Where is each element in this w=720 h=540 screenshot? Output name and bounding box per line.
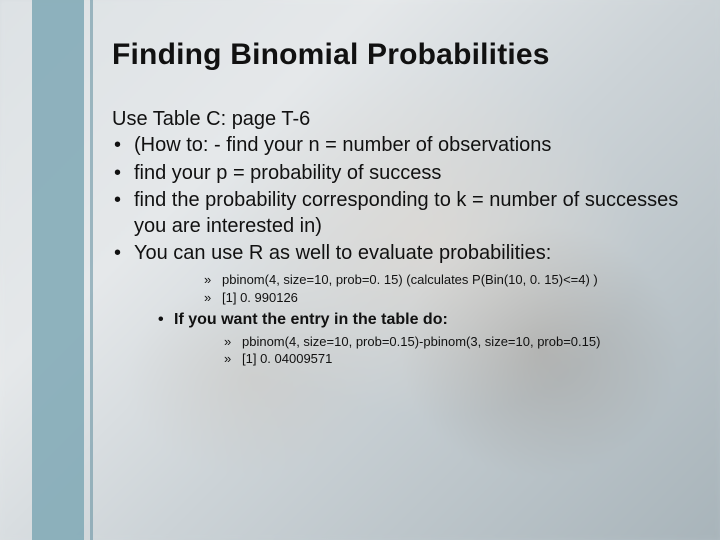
bullet-item: find your p = probability of success [112,161,690,187]
sub-item: pbinom(4, size=10, prob=0. 15) (calculat… [112,271,690,289]
bullet-item: find the probability corresponding to k … [112,188,690,239]
side-accent-bar [32,0,84,540]
side-accent-line [90,0,93,540]
sub-item: pbinom(4, size=10, prob=0.15)-pbinom(3, … [112,333,690,351]
main-bullet-list: (How to: - find your n = number of obser… [112,133,690,267]
sub-list-1: pbinom(4, size=10, prob=0. 15) (calculat… [112,271,690,306]
bullet-item: You can use R as well to evaluate probab… [112,241,690,267]
sub-list-2: pbinom(4, size=10, prob=0.15)-pbinom(3, … [112,333,690,368]
slide-content: Finding Binomial Probabilities Use Table… [112,38,690,368]
sub-item: [1] 0. 990126 [112,289,690,307]
slide-title: Finding Binomial Probabilities [112,38,690,72]
nested-list: If you want the entry in the table do: [112,310,690,331]
sub-item: [1] 0. 04009571 [112,350,690,368]
intro-line: Use Table C: page T-6 [112,108,690,131]
nested-bullet: If you want the entry in the table do: [112,310,690,331]
bullet-item: (How to: - find your n = number of obser… [112,133,690,159]
